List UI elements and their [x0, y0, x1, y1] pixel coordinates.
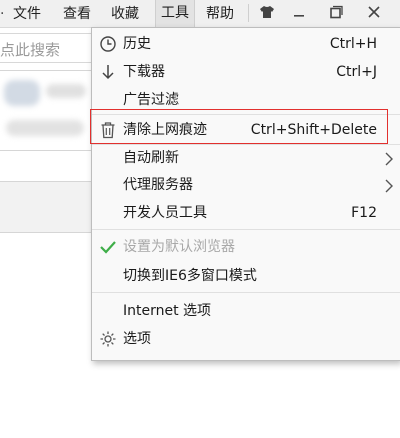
menu-item-history[interactable]: 历史 Ctrl+H [92, 30, 400, 58]
menu-tools[interactable]: 工具 [155, 0, 195, 27]
pane-divider [0, 181, 92, 182]
close-icon [367, 4, 381, 23]
menu-item-shortcut: Ctrl+H [329, 36, 377, 52]
search-placeholder: 点此搜索 [0, 41, 61, 59]
menu-separator [92, 292, 400, 293]
menu-help[interactable]: 帮助 [206, 4, 234, 24]
menu-item-internet-options[interactable]: Internet 选项 [92, 297, 400, 325]
menu-item-label: 下载器 [123, 64, 165, 80]
pane-panel [0, 182, 92, 232]
menu-item-developer-tools[interactable]: 开发人员工具 F12 [92, 199, 400, 227]
menu-item-label: 自动刷新 [123, 150, 179, 166]
search-input[interactable]: 点此搜索 [0, 33, 92, 63]
download-arrow-icon [98, 62, 118, 82]
tshirt-icon [259, 4, 275, 23]
menu-item-label: 设置为默认浏览器 [123, 239, 235, 255]
skin-button[interactable] [253, 1, 281, 25]
menu-favorites[interactable]: 收藏 [111, 4, 139, 24]
menu-item-label: 历史 [123, 36, 151, 52]
menu-item-label: 开发人员工具 [123, 205, 207, 221]
blurred-text [6, 120, 84, 136]
tools-dropdown-menu: 历史 Ctrl+H 下载器 Ctrl+J 广告过滤 清除上网痕迹 Ctrl+Sh… [91, 27, 400, 361]
menu-item-label: 代理服务器 [123, 177, 193, 193]
menu-item-proxy-server[interactable]: 代理服务器 [92, 171, 400, 199]
menu-item-ad-filter[interactable]: 广告过滤 [92, 86, 400, 114]
blurred-thumbnail [4, 80, 40, 106]
menu-item-set-default-browser: 设置为默认浏览器 [92, 233, 400, 261]
menu-divider [248, 4, 249, 22]
close-button[interactable] [360, 1, 388, 25]
menu-item-switch-ie6-mode[interactable]: 切换到IE6多窗口模式 [92, 262, 400, 290]
minimize-button[interactable] [285, 1, 313, 25]
checkmark-icon [98, 237, 118, 257]
pane-divider [0, 232, 92, 233]
gear-icon [98, 329, 118, 349]
menu-item-shortcut: Ctrl+Shift+Delete [250, 122, 377, 138]
menu-item-label: 切换到IE6多窗口模式 [123, 268, 257, 284]
blurred-text [46, 84, 86, 98]
maximize-button[interactable] [322, 1, 350, 25]
chevron-right-icon [383, 151, 395, 166]
menu-item-label: Internet 选项 [123, 303, 212, 319]
clock-icon [98, 34, 118, 54]
trash-icon [98, 120, 118, 140]
menu-item-shortcut: F12 [351, 205, 377, 221]
menu-item-label: 清除上网痕迹 [123, 122, 207, 138]
menu-bar: · 文件 查看 收藏 工具 帮助 [0, 0, 400, 28]
menu-file[interactable]: 文件 [13, 4, 41, 24]
minimize-icon [292, 4, 306, 23]
menu-overflow-marker: · [0, 6, 5, 22]
menu-item-label: 选项 [123, 331, 151, 347]
menu-item-downloader[interactable]: 下载器 Ctrl+J [92, 58, 400, 86]
menu-item-label: 广告过滤 [123, 92, 179, 108]
menu-item-shortcut: Ctrl+J [336, 64, 377, 80]
menu-separator [92, 229, 400, 230]
menu-separator [92, 114, 400, 115]
pane-divider [0, 70, 92, 71]
chevron-right-icon [383, 178, 395, 193]
menu-item-options[interactable]: 选项 [92, 325, 400, 353]
pane-divider [0, 150, 92, 151]
menu-item-auto-refresh[interactable]: 自动刷新 [92, 144, 400, 172]
menu-item-clear-browsing-traces[interactable]: 清除上网痕迹 Ctrl+Shift+Delete [92, 116, 400, 144]
menu-view[interactable]: 查看 [63, 4, 91, 24]
browser-window: · 文件 查看 收藏 工具 帮助 点此搜索 历史 Ctrl+H 下载器 Ctrl… [0, 0, 400, 438]
maximize-icon [329, 4, 343, 23]
